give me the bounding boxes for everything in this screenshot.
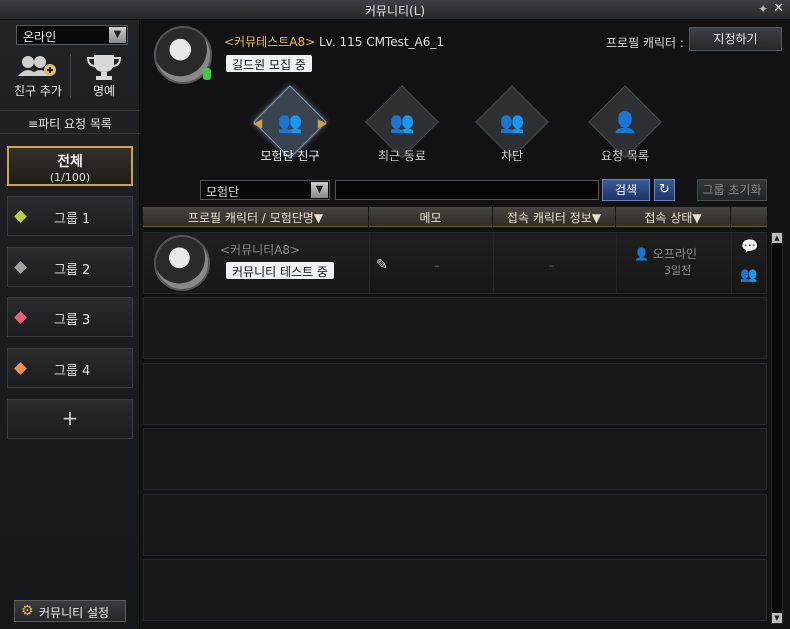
scrollbar[interactable]: ▲ ▼ xyxy=(771,232,783,624)
memo-value: – xyxy=(434,259,440,272)
add-group-button[interactable]: + xyxy=(7,399,133,439)
header-status[interactable]: 접속 상태▼ xyxy=(616,209,730,226)
honor-button[interactable]: 명예 xyxy=(74,52,134,102)
add-friend-icon xyxy=(8,52,68,82)
group-4-label: 그룹 4 xyxy=(54,364,91,379)
filter-select[interactable]: 모험단 ▼ xyxy=(200,180,330,200)
scroll-down-icon[interactable]: ▼ xyxy=(772,613,782,623)
party-request-label: ≡파티 요청 목록 xyxy=(28,117,112,131)
divider xyxy=(730,207,731,227)
plus-icon: + xyxy=(61,406,79,430)
refresh-icon[interactable]: ↻ xyxy=(654,179,675,201)
table-row xyxy=(143,363,767,425)
assign-button[interactable]: 지정하기 xyxy=(689,27,782,51)
community-settings-button[interactable]: ⚙ 커뮤니티 설정 xyxy=(14,600,126,622)
group-4[interactable]: 그룹 4 xyxy=(7,348,133,388)
group-2-label: 그룹 2 xyxy=(54,263,91,278)
group-2[interactable]: 그룹 2 xyxy=(7,247,133,287)
group-3[interactable]: 그룹 3 xyxy=(7,297,133,337)
tab-label: 요청 목록 xyxy=(601,149,649,163)
table-row xyxy=(143,559,767,621)
window-title: 커뮤니티(L) xyxy=(364,4,426,18)
memo-edit-icon[interactable]: ✎ xyxy=(376,257,388,273)
connection-status-label: 오프라인 xyxy=(652,247,697,261)
party-invite-icon[interactable]: 👥 xyxy=(740,267,757,283)
trophy-icon xyxy=(74,52,134,82)
sidebar: 온라인 ▼ 친구 추가 명예 ≡파티 요청 목록 전체 (1/100) 그룹 1… xyxy=(0,20,140,629)
request-list-icon: 👤 xyxy=(612,110,638,134)
tab-label: 모험단 친구 xyxy=(260,149,320,163)
people-group-icon: 👥 xyxy=(277,110,303,134)
profile-adventure-name: <커뮤테스트A8> xyxy=(224,35,316,49)
search-input[interactable] xyxy=(335,180,599,200)
divider xyxy=(731,233,732,293)
friend-status-message: 커뮤니티 테스트 중 xyxy=(226,262,334,279)
tab-label: 최근 동료 xyxy=(378,149,426,163)
divider xyxy=(70,54,71,98)
tab-block[interactable]: 👥 차단 xyxy=(467,85,557,174)
group-all-count: (1/100) xyxy=(49,171,91,184)
diamond-icon xyxy=(14,210,27,223)
filter-select-value: 모험단 xyxy=(206,185,240,199)
table-row xyxy=(143,494,767,556)
online-status-icon xyxy=(203,68,211,80)
add-friend-label: 친구 추가 xyxy=(14,84,62,98)
profile-level: Lv. 115 CMTest_A6_1 xyxy=(318,35,445,49)
tab-adventure-friends[interactable]: ◀ ▶ 👥 모험단 친구 xyxy=(245,85,335,174)
close-icon[interactable]: ✕ xyxy=(773,1,784,16)
divider xyxy=(369,233,370,293)
search-button[interactable]: 검색 xyxy=(602,179,650,201)
chat-icon[interactable]: 💬 xyxy=(741,239,758,255)
scroll-up-icon[interactable]: ▲ xyxy=(772,233,782,243)
party-request-list-button[interactable]: ≡파티 요청 목록 xyxy=(0,110,140,134)
table-header: 프로필 캐릭터 / 모험단명▼ 메모 접속 캐릭터 정보▼ 접속 상태▼ xyxy=(143,207,767,227)
table-row[interactable]: <커뮤니티A8> 커뮤니티 테스트 중 ✎ – – 👤 오프라인 3일전 💬 👥 xyxy=(143,232,767,294)
group-all[interactable]: 전체 (1/100) xyxy=(7,146,133,186)
divider xyxy=(616,233,617,293)
table-row xyxy=(143,428,767,490)
tab-request-list[interactable]: 👤 요청 목록 xyxy=(580,85,670,174)
table-row xyxy=(143,297,767,359)
profile-character-label: 프로필 캐릭터 : xyxy=(606,36,684,50)
online-status-value: 온라인 xyxy=(23,30,57,44)
recent-people-icon: 👥 xyxy=(389,110,415,134)
connection-status: 👤 오프라인 xyxy=(634,245,697,262)
block-people-icon: 👥 xyxy=(499,110,525,134)
title-bar: 커뮤니티(L) ✦ ✕ xyxy=(0,0,790,20)
diamond-icon xyxy=(14,261,27,274)
status-message[interactable]: 길드원 모집 중 xyxy=(226,55,312,72)
friend-adventure-name: <커뮤니티A8> xyxy=(220,243,301,257)
person-icon: 👤 xyxy=(634,247,649,261)
avatar[interactable] xyxy=(154,235,210,291)
char-info-value: – xyxy=(549,259,555,272)
profile-name: <커뮤테스트A8> Lv. 115 CMTest_A6_1 xyxy=(224,33,444,50)
group-1-label: 그룹 1 xyxy=(54,212,91,227)
group-1[interactable]: 그룹 1 xyxy=(7,196,133,236)
chevron-down-icon: ▼ xyxy=(311,182,328,198)
tab-recent-companions[interactable]: 👥 최근 동료 xyxy=(357,85,447,174)
reset-group-button[interactable]: 그룹 초기화 xyxy=(697,179,767,201)
divider xyxy=(493,233,494,293)
group-3-label: 그룹 3 xyxy=(54,313,91,328)
main-panel: <커뮤테스트A8> Lv. 115 CMTest_A6_1 길드원 모집 중 프… xyxy=(140,20,790,629)
diamond-icon xyxy=(14,311,27,324)
header-memo: 메모 xyxy=(419,211,442,225)
gear-icon: ⚙ xyxy=(21,603,34,619)
chevron-down-icon: ▼ xyxy=(109,27,126,43)
online-status-select[interactable]: 온라인 ▼ xyxy=(16,25,128,45)
header-profile[interactable]: 프로필 캐릭터 / 모험단명▼ xyxy=(143,209,368,226)
community-settings-label: 커뮤니티 설정 xyxy=(39,606,110,620)
pin-icon[interactable]: ✦ xyxy=(758,2,768,16)
diamond-icon xyxy=(14,362,27,375)
add-friend-button[interactable]: 친구 추가 xyxy=(8,52,68,102)
header-char-info[interactable]: 접속 캐릭터 정보▼ xyxy=(493,209,615,226)
last-seen: 3일전 xyxy=(664,264,692,277)
group-all-label: 전체 xyxy=(57,154,83,170)
tab-label: 차단 xyxy=(500,149,524,163)
honor-label: 명예 xyxy=(92,84,116,98)
